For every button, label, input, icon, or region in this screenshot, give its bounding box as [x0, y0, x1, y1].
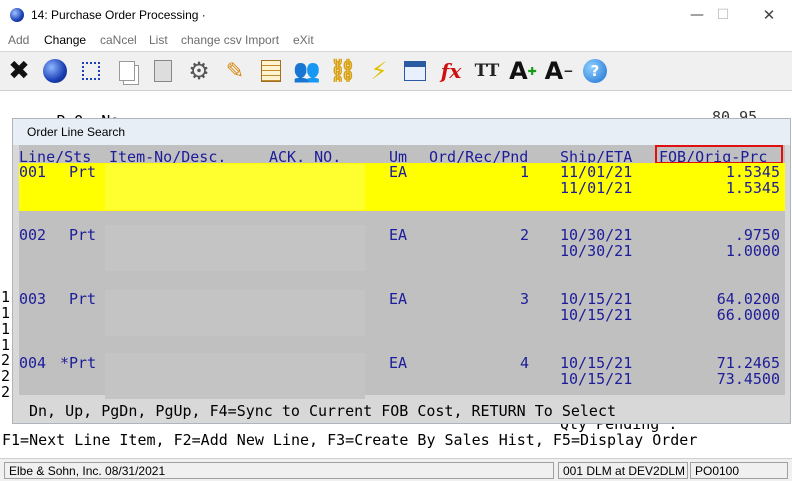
row1-qty[interactable]: 1 [489, 163, 529, 181]
row3-orig-prc[interactable]: 66.0000 [659, 306, 780, 324]
order-line-search-dialog: Order Line Search Line/Sts Item-No/Desc.… [12, 118, 791, 424]
settings-gear-icon[interactable]: ⚙ [183, 55, 215, 87]
redacted-item-desc [105, 164, 365, 210]
redacted-item-desc [105, 225, 365, 271]
row4-line[interactable]: 004 [19, 354, 46, 372]
copy-icon[interactable] [111, 55, 143, 87]
notes-icon[interactable] [255, 55, 287, 87]
toolbar: ✖ ⚙ ✎ 👥 ⛓ ⚡ fx TT A ✚ A − ? [0, 51, 792, 91]
font-decrease-label: A [544, 57, 564, 85]
menu-exit[interactable]: eXit [293, 33, 314, 47]
row3-um[interactable]: EA [389, 290, 407, 308]
dialog-key-help: Dn, Up, PgDn, PgUp, F4=Sync to Current F… [29, 402, 616, 420]
row2-eta[interactable]: 10/30/21 [560, 242, 632, 260]
row3-qty[interactable]: 3 [489, 290, 529, 308]
function-fx-icon[interactable]: fx [435, 55, 467, 87]
window-title: 14: Purchase Order Processing · [31, 8, 206, 22]
dialog-title: Order Line Search [27, 125, 126, 139]
paste-icon[interactable] [147, 55, 179, 87]
status-program-id: PO0100 [690, 462, 788, 479]
menu-bar: Add Change caNcel List change csv Import… [0, 31, 792, 51]
row2-qty[interactable]: 2 [489, 226, 529, 244]
dialog-title-bar: Order Line Search [13, 119, 790, 145]
row4-qty[interactable]: 4 [489, 354, 529, 372]
link-chain-icon[interactable]: ⛓ [327, 55, 359, 87]
redacted-item-desc [105, 353, 365, 399]
row3-eta[interactable]: 10/15/21 [560, 306, 632, 324]
title-bar: 14: Purchase Order Processing · — ☐ ✕ [0, 0, 792, 31]
edit-pencil-icon[interactable]: ✎ [219, 55, 251, 87]
row2-um[interactable]: EA [389, 226, 407, 244]
row4-eta[interactable]: 10/15/21 [560, 370, 632, 388]
fob-header-highlight-box [655, 145, 783, 164]
row1-um[interactable]: EA [389, 163, 407, 181]
maximize-button[interactable]: ☐ [708, 4, 738, 26]
row3-line[interactable]: 003 [19, 290, 46, 308]
row2-line[interactable]: 002 [19, 226, 46, 244]
row1-line[interactable]: 001 [19, 163, 46, 181]
lightning-icon[interactable]: ⚡ [363, 55, 395, 87]
font-size-icon[interactable]: TT [471, 55, 503, 87]
help-icon[interactable]: ? [579, 55, 611, 87]
menu-cancel[interactable]: caNcel [100, 33, 137, 47]
menu-add[interactable]: Add [8, 33, 29, 47]
margin-2c: 2 [1, 383, 11, 401]
order-line-grid: Line/Sts Item-No/Desc. ACK. NO. Um Ord/R… [19, 145, 785, 399]
row2-orig-prc[interactable]: 1.0000 [659, 242, 780, 260]
calc-sheet-icon[interactable] [399, 55, 431, 87]
font-increase-icon[interactable]: A ✚ [507, 55, 539, 87]
menu-change[interactable]: Change [44, 33, 86, 47]
select-rect-icon[interactable] [75, 55, 107, 87]
font-decrease-icon[interactable]: A − [543, 55, 575, 87]
exit-x-icon[interactable]: ✖ [3, 55, 35, 87]
row1-status[interactable]: Prt [69, 163, 96, 181]
row1-eta[interactable]: 11/01/21 [560, 179, 632, 197]
row2-status[interactable]: Prt [69, 226, 96, 244]
globe-icon[interactable] [39, 55, 71, 87]
status-bar: Elbe & Sohn, Inc. 08/31/2021 001 DLM at … [0, 458, 792, 481]
users-icon[interactable]: 👥 [291, 55, 323, 87]
redacted-item-desc [105, 290, 365, 336]
menu-list[interactable]: List [149, 33, 168, 47]
app-globe-icon [10, 8, 24, 22]
row1-orig-prc[interactable]: 1.5345 [659, 179, 780, 197]
close-button[interactable]: ✕ [754, 4, 784, 26]
plus-icon: ✚ [527, 64, 537, 78]
minus-icon: − [563, 64, 574, 78]
row4-orig-prc[interactable]: 73.4500 [659, 370, 780, 388]
help-glyph: ? [583, 59, 607, 83]
row3-status[interactable]: Prt [69, 290, 96, 308]
function-keys-help: F1=Next Line Item, F2=Add New Line, F3=C… [2, 431, 698, 449]
status-company-date: Elbe & Sohn, Inc. 08/31/2021 [4, 462, 554, 479]
menu-csv-import[interactable]: change csv Import [181, 33, 279, 47]
font-increase-label: A [509, 57, 528, 85]
row4-um[interactable]: EA [389, 354, 407, 372]
row4-status[interactable]: *Prt [60, 354, 96, 372]
status-user-session: 001 DLM at DEV2DLM [558, 462, 688, 479]
